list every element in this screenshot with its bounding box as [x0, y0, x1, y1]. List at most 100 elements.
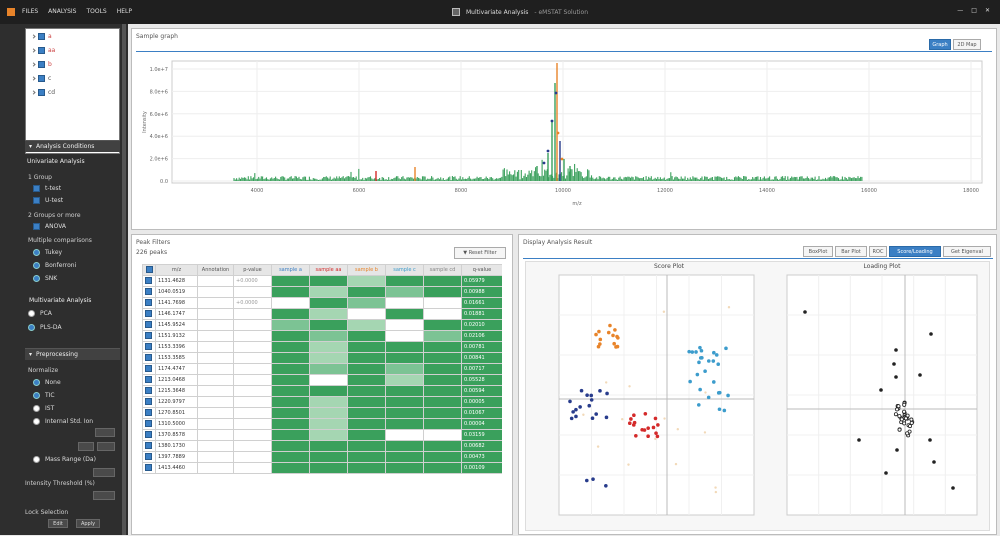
expand-icon[interactable]: [31, 75, 36, 81]
row-checkbox-cell[interactable]: [142, 308, 156, 320]
menu-help[interactable]: HELP: [117, 8, 132, 15]
row-checkbox-cell[interactable]: [142, 429, 156, 441]
expand-icon[interactable]: [31, 33, 36, 39]
mass-range-radio[interactable]: Mass Range (Da): [33, 456, 96, 463]
col-annotation[interactable]: Annotation: [197, 264, 234, 276]
tic-radio[interactable]: TIC: [33, 392, 55, 399]
table-row[interactable]: 1153.3585 0.00841: [142, 352, 502, 364]
tree-item-cd[interactable]: cd: [26, 85, 119, 99]
row-checkbox-cell[interactable]: [142, 330, 156, 342]
radio[interactable]: [33, 379, 40, 386]
spectrum-chart[interactable]: 1.0e+7 8.0e+6 6.0e+6 4.0e+6 2.0e+6 0.0 4000 600…: [132, 29, 998, 231]
menu-analysis[interactable]: ANALYSIS: [48, 8, 76, 15]
std-ion-field[interactable]: [95, 428, 115, 437]
checkbox[interactable]: [33, 185, 40, 192]
table-row[interactable]: 1153.3396 0.00781: [142, 341, 502, 353]
range-max-field[interactable]: [97, 442, 115, 451]
pca-radio[interactable]: PCA: [28, 310, 52, 317]
table-row[interactable]: 1141.7698 +0.0000 0.01661: [142, 297, 502, 309]
col-q-value[interactable]: q-value: [461, 264, 502, 276]
minimize-icon[interactable]: —: [957, 7, 963, 14]
preprocessing-header[interactable]: ▾ Preprocessing: [25, 348, 120, 360]
col-sample-a[interactable]: sample a: [271, 264, 310, 276]
table-row[interactable]: 1215.3648 0.00594: [142, 385, 502, 397]
row-checkbox[interactable]: [145, 397, 152, 405]
radio[interactable]: [33, 456, 40, 463]
radio[interactable]: [33, 249, 40, 256]
tree-item-b[interactable]: b: [26, 57, 119, 71]
tree-item-aa[interactable]: aa: [26, 43, 119, 57]
row-checkbox-cell[interactable]: [142, 275, 156, 287]
row-checkbox[interactable]: [145, 419, 152, 427]
pls-da-radio[interactable]: PLS-DA: [28, 324, 62, 331]
row-checkbox[interactable]: [145, 386, 152, 394]
row-checkbox-cell[interactable]: [142, 407, 156, 419]
table-row[interactable]: 1040.0519 0.00988: [142, 286, 502, 298]
row-checkbox[interactable]: [145, 320, 152, 328]
table-row[interactable]: 1220.9797 0.00005: [142, 396, 502, 408]
threshold-field[interactable]: [93, 491, 115, 500]
checkbox[interactable]: [33, 223, 40, 230]
menu-files[interactable]: FILES: [22, 8, 38, 15]
row-checkbox-cell[interactable]: [142, 319, 156, 331]
radio[interactable]: [33, 392, 40, 399]
row-checkbox-cell[interactable]: [142, 286, 156, 298]
row-checkbox-cell[interactable]: [142, 341, 156, 353]
row-checkbox-cell[interactable]: [142, 462, 156, 474]
radio[interactable]: [28, 310, 35, 317]
table-row[interactable]: 1151.9132 0.02106: [142, 330, 502, 342]
table-row[interactable]: 1397.7889 0.00473: [142, 451, 502, 463]
col-sample-cd[interactable]: sample cd: [423, 264, 462, 276]
apply-button[interactable]: Apply: [76, 519, 100, 528]
internal-std-radio[interactable]: Internal Std. Ion: [33, 418, 93, 425]
none-radio[interactable]: None: [33, 379, 61, 386]
ist-radio[interactable]: IST: [33, 405, 54, 412]
table-row[interactable]: 1131.4628 +0.0000 0.05979: [142, 275, 502, 287]
table-row[interactable]: 1146.1747 0.01881: [142, 308, 502, 320]
table-row[interactable]: 1413.4460 0.00109: [142, 462, 502, 474]
tree-item-a[interactable]: a: [26, 29, 119, 43]
row-checkbox-cell[interactable]: [142, 352, 156, 364]
tree-checkbox[interactable]: [38, 46, 45, 54]
col-sample-aa[interactable]: sample aa: [309, 264, 348, 276]
reset-filter-button[interactable]: ▼ Reset Filter: [454, 247, 506, 259]
row-checkbox[interactable]: [145, 441, 152, 449]
row-checkbox[interactable]: [145, 452, 152, 460]
row-checkbox-cell[interactable]: [142, 440, 156, 452]
col-select-all[interactable]: [142, 264, 156, 276]
select-all-checkbox[interactable]: [145, 265, 153, 273]
table-row[interactable]: 1145.9524 0.02010: [142, 319, 502, 331]
tree-checkbox[interactable]: [38, 60, 45, 68]
t-test-option[interactable]: t-test: [33, 185, 61, 192]
col-p-value[interactable]: p-value: [233, 264, 272, 276]
row-checkbox-cell[interactable]: [142, 297, 156, 309]
row-checkbox[interactable]: [145, 342, 152, 350]
tukey-radio[interactable]: Tukey: [33, 249, 62, 256]
row-checkbox-cell[interactable]: [142, 396, 156, 408]
row-checkbox-cell[interactable]: [142, 451, 156, 463]
tree-checkbox[interactable]: [38, 74, 45, 82]
table-row[interactable]: 1380.1730 0.00682: [142, 440, 502, 452]
col-sample-c[interactable]: sample c: [385, 264, 424, 276]
table-row[interactable]: 1174.4747 0.00717: [142, 363, 502, 375]
table-row[interactable]: 1213.0468 0.05528: [142, 374, 502, 386]
row-checkbox-cell[interactable]: [142, 418, 156, 430]
tree-checkbox[interactable]: [38, 88, 45, 96]
checkbox[interactable]: [33, 197, 40, 204]
expand-icon[interactable]: [31, 89, 36, 95]
table-row[interactable]: 1370.8578 0.03159: [142, 429, 502, 441]
table-row[interactable]: 1310.5000 0.00004: [142, 418, 502, 430]
row-checkbox[interactable]: [145, 276, 152, 284]
row-checkbox[interactable]: [145, 430, 152, 438]
col-sample-b[interactable]: sample b: [347, 264, 386, 276]
table-row[interactable]: 1270.8501 0.01067: [142, 407, 502, 419]
row-checkbox[interactable]: [145, 287, 152, 295]
mass-range-field[interactable]: [93, 468, 115, 477]
range-min-field[interactable]: [78, 442, 94, 451]
tree-item-c[interactable]: c: [26, 71, 119, 85]
row-checkbox[interactable]: [145, 408, 152, 416]
radio[interactable]: [33, 405, 40, 412]
anova-option[interactable]: ANOVA: [33, 223, 66, 230]
row-checkbox[interactable]: [145, 331, 152, 339]
snk-radio[interactable]: SNK: [33, 275, 57, 282]
